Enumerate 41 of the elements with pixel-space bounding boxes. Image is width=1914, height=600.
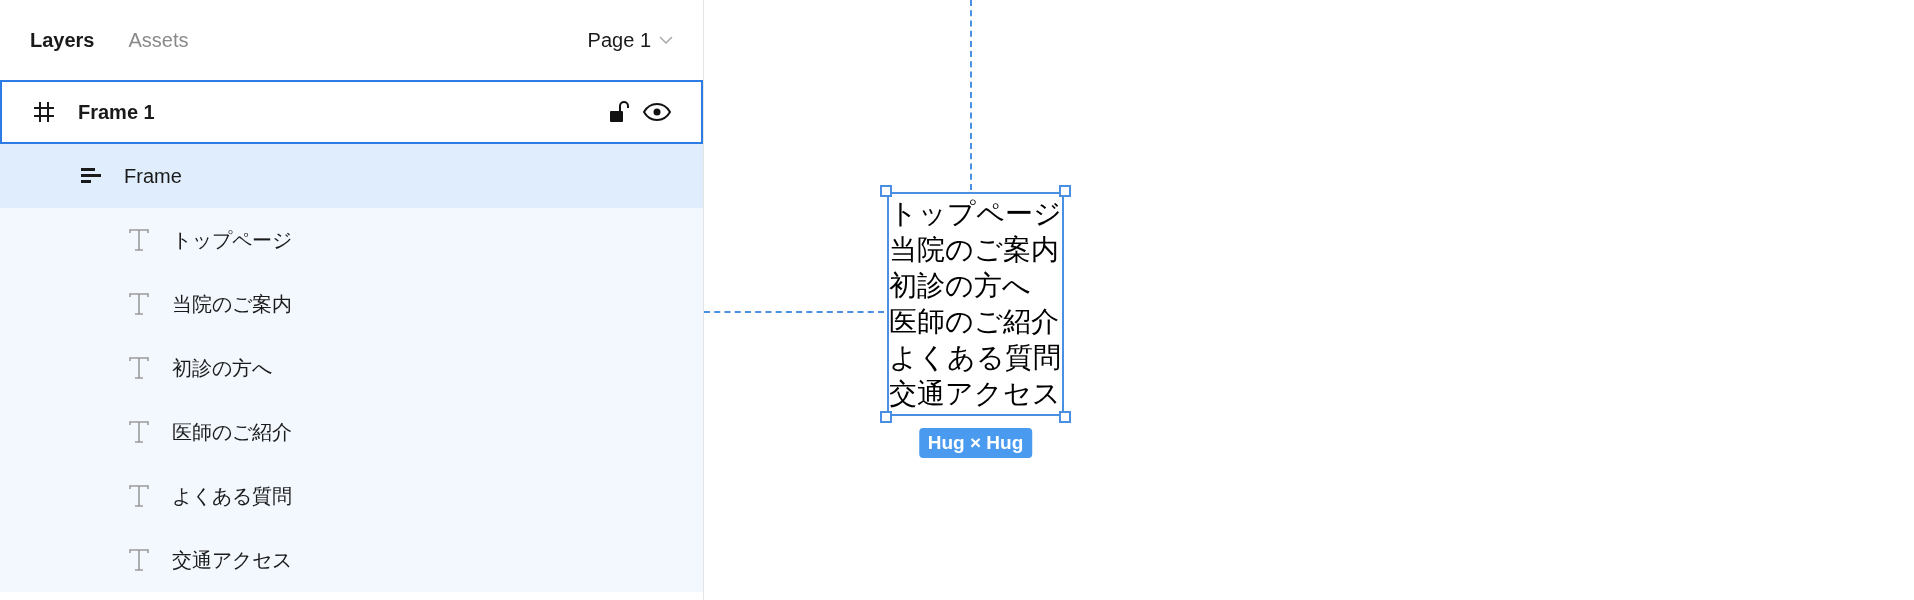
layer-name: Frame <box>124 164 182 188</box>
text-icon <box>128 484 150 508</box>
text-icon <box>128 420 150 444</box>
canvas-text: 医師のご紹介 <box>889 304 1060 340</box>
layer-row[interactable]: 交通アクセス <box>0 528 703 592</box>
resize-handle[interactable] <box>1059 411 1071 423</box>
layer-row[interactable]: トップページ <box>0 208 703 272</box>
layer-name: 交通アクセス <box>172 547 292 573</box>
resize-handle[interactable] <box>1059 185 1071 197</box>
layer-name: トップページ <box>172 227 292 253</box>
canvas-text: 当院のご案内 <box>889 232 1060 268</box>
canvas-text: トップページ <box>889 196 1062 232</box>
layer-row[interactable]: 医師のご紹介 <box>0 400 703 464</box>
resize-handle[interactable] <box>880 185 892 197</box>
text-icon <box>128 228 150 252</box>
frame-icon <box>32 100 56 124</box>
layer-row[interactable]: 当院のご案内 <box>0 272 703 336</box>
text-icon <box>128 292 150 316</box>
layer-row[interactable]: よくある質問 <box>0 464 703 528</box>
chevron-down-icon <box>659 36 673 44</box>
size-badge: Hug × Hug <box>918 428 1033 458</box>
text-icon <box>128 356 150 380</box>
page-dropdown[interactable]: Page 1 <box>587 28 673 52</box>
layer-name: よくある質問 <box>172 483 292 509</box>
panel-tab[interactable]: Layers <box>30 28 95 52</box>
panel-tab[interactable]: Assets <box>128 28 189 52</box>
canvas-text: 初診の方へ <box>889 268 1032 304</box>
layer-name: 当院のご案内 <box>172 291 292 317</box>
text-icon <box>128 548 150 572</box>
canvas-text: 交通アクセス <box>889 376 1062 412</box>
layer-name: 医師のご紹介 <box>172 419 292 445</box>
layer-name: Frame 1 <box>78 100 155 124</box>
layer-row[interactable]: Frame 1 <box>0 80 703 144</box>
selection-box[interactable]: トップページ 当院のご案内 初診の方へ 医師のご紹介 よくある質問 交通アクセス <box>887 192 1064 416</box>
layer-name: 初診の方へ <box>172 355 272 381</box>
eye-icon[interactable] <box>643 103 671 121</box>
resize-handle[interactable] <box>880 411 892 423</box>
unlock-icon[interactable] <box>609 100 629 124</box>
layer-row[interactable]: 初診の方へ <box>0 336 703 400</box>
layer-row[interactable]: Frame <box>0 144 703 208</box>
canvas-text: よくある質問 <box>889 340 1062 376</box>
